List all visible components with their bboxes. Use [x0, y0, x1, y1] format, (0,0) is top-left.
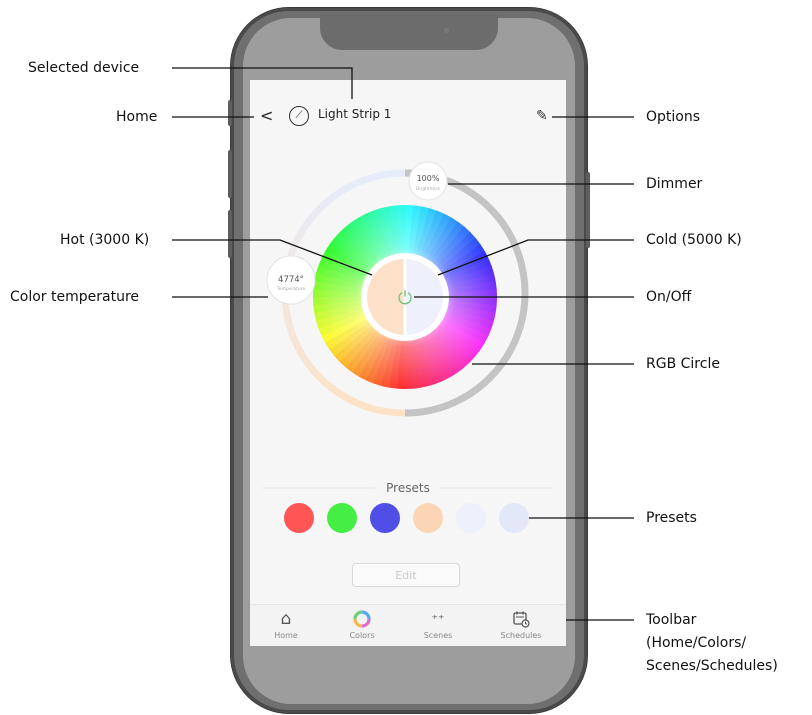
preset-swatch[interactable]: [413, 503, 443, 533]
toolbar-home-label: Home: [274, 631, 298, 640]
toolbar-schedules[interactable]: Schedules: [491, 609, 551, 640]
calendar-clock-icon: [491, 609, 551, 629]
home-indicator-area: [250, 646, 566, 660]
callout-toolbar-line2: (Home/Colors/: [646, 635, 747, 651]
power-icon[interactable]: ⏻: [398, 288, 412, 309]
preset-swatch[interactable]: [284, 503, 314, 533]
leader-selected-device: [172, 67, 353, 99]
callout-hot: Hot (3000 K): [60, 232, 150, 248]
toolbar-colors-label: Colors: [349, 631, 375, 640]
callout-home: Home: [116, 109, 158, 125]
callout-dimmer: Dimmer: [646, 176, 703, 192]
callout-toolbar-line1: Toolbar: [646, 612, 697, 628]
temperature-label: Temperature: [276, 286, 306, 292]
preset-swatch[interactable]: [499, 503, 529, 533]
brightness-value: 100%: [417, 174, 440, 183]
toolbar-home[interactable]: ⌂ Home: [256, 609, 316, 640]
callout-on-off: On/Off: [646, 289, 692, 305]
callout-selected-device: Selected device: [28, 60, 140, 76]
preset-swatch[interactable]: [327, 503, 357, 533]
callout-cold: Cold (5000 K): [646, 232, 742, 248]
preset-swatch[interactable]: [456, 503, 486, 533]
brightness-label: Brightness: [416, 186, 441, 192]
callout-presets: Presets: [646, 510, 697, 526]
edit-presets-button[interactable]: Edit: [352, 563, 460, 587]
callout-toolbar-line3: Scenes/Schedules): [646, 658, 778, 674]
callout-color-temperature: Color temperature: [10, 289, 140, 305]
callout-options: Options: [646, 109, 701, 125]
temperature-value: 4774°: [278, 275, 304, 285]
presets-title: Presets: [386, 481, 430, 495]
toolbar-scenes-label: Scenes: [423, 631, 453, 640]
toolbar-colors[interactable]: Colors: [332, 609, 392, 640]
callout-rgb-circle: RGB Circle: [646, 356, 720, 372]
sparkles-icon: ⁺⁺: [431, 612, 445, 626]
toolbar-schedules-label: Schedules: [500, 631, 542, 640]
toolbar-scenes[interactable]: ⁺⁺ Scenes: [408, 609, 468, 640]
color-ring-icon: [332, 609, 392, 629]
preset-swatch[interactable]: [370, 503, 400, 533]
home-icon: ⌂: [280, 609, 292, 629]
